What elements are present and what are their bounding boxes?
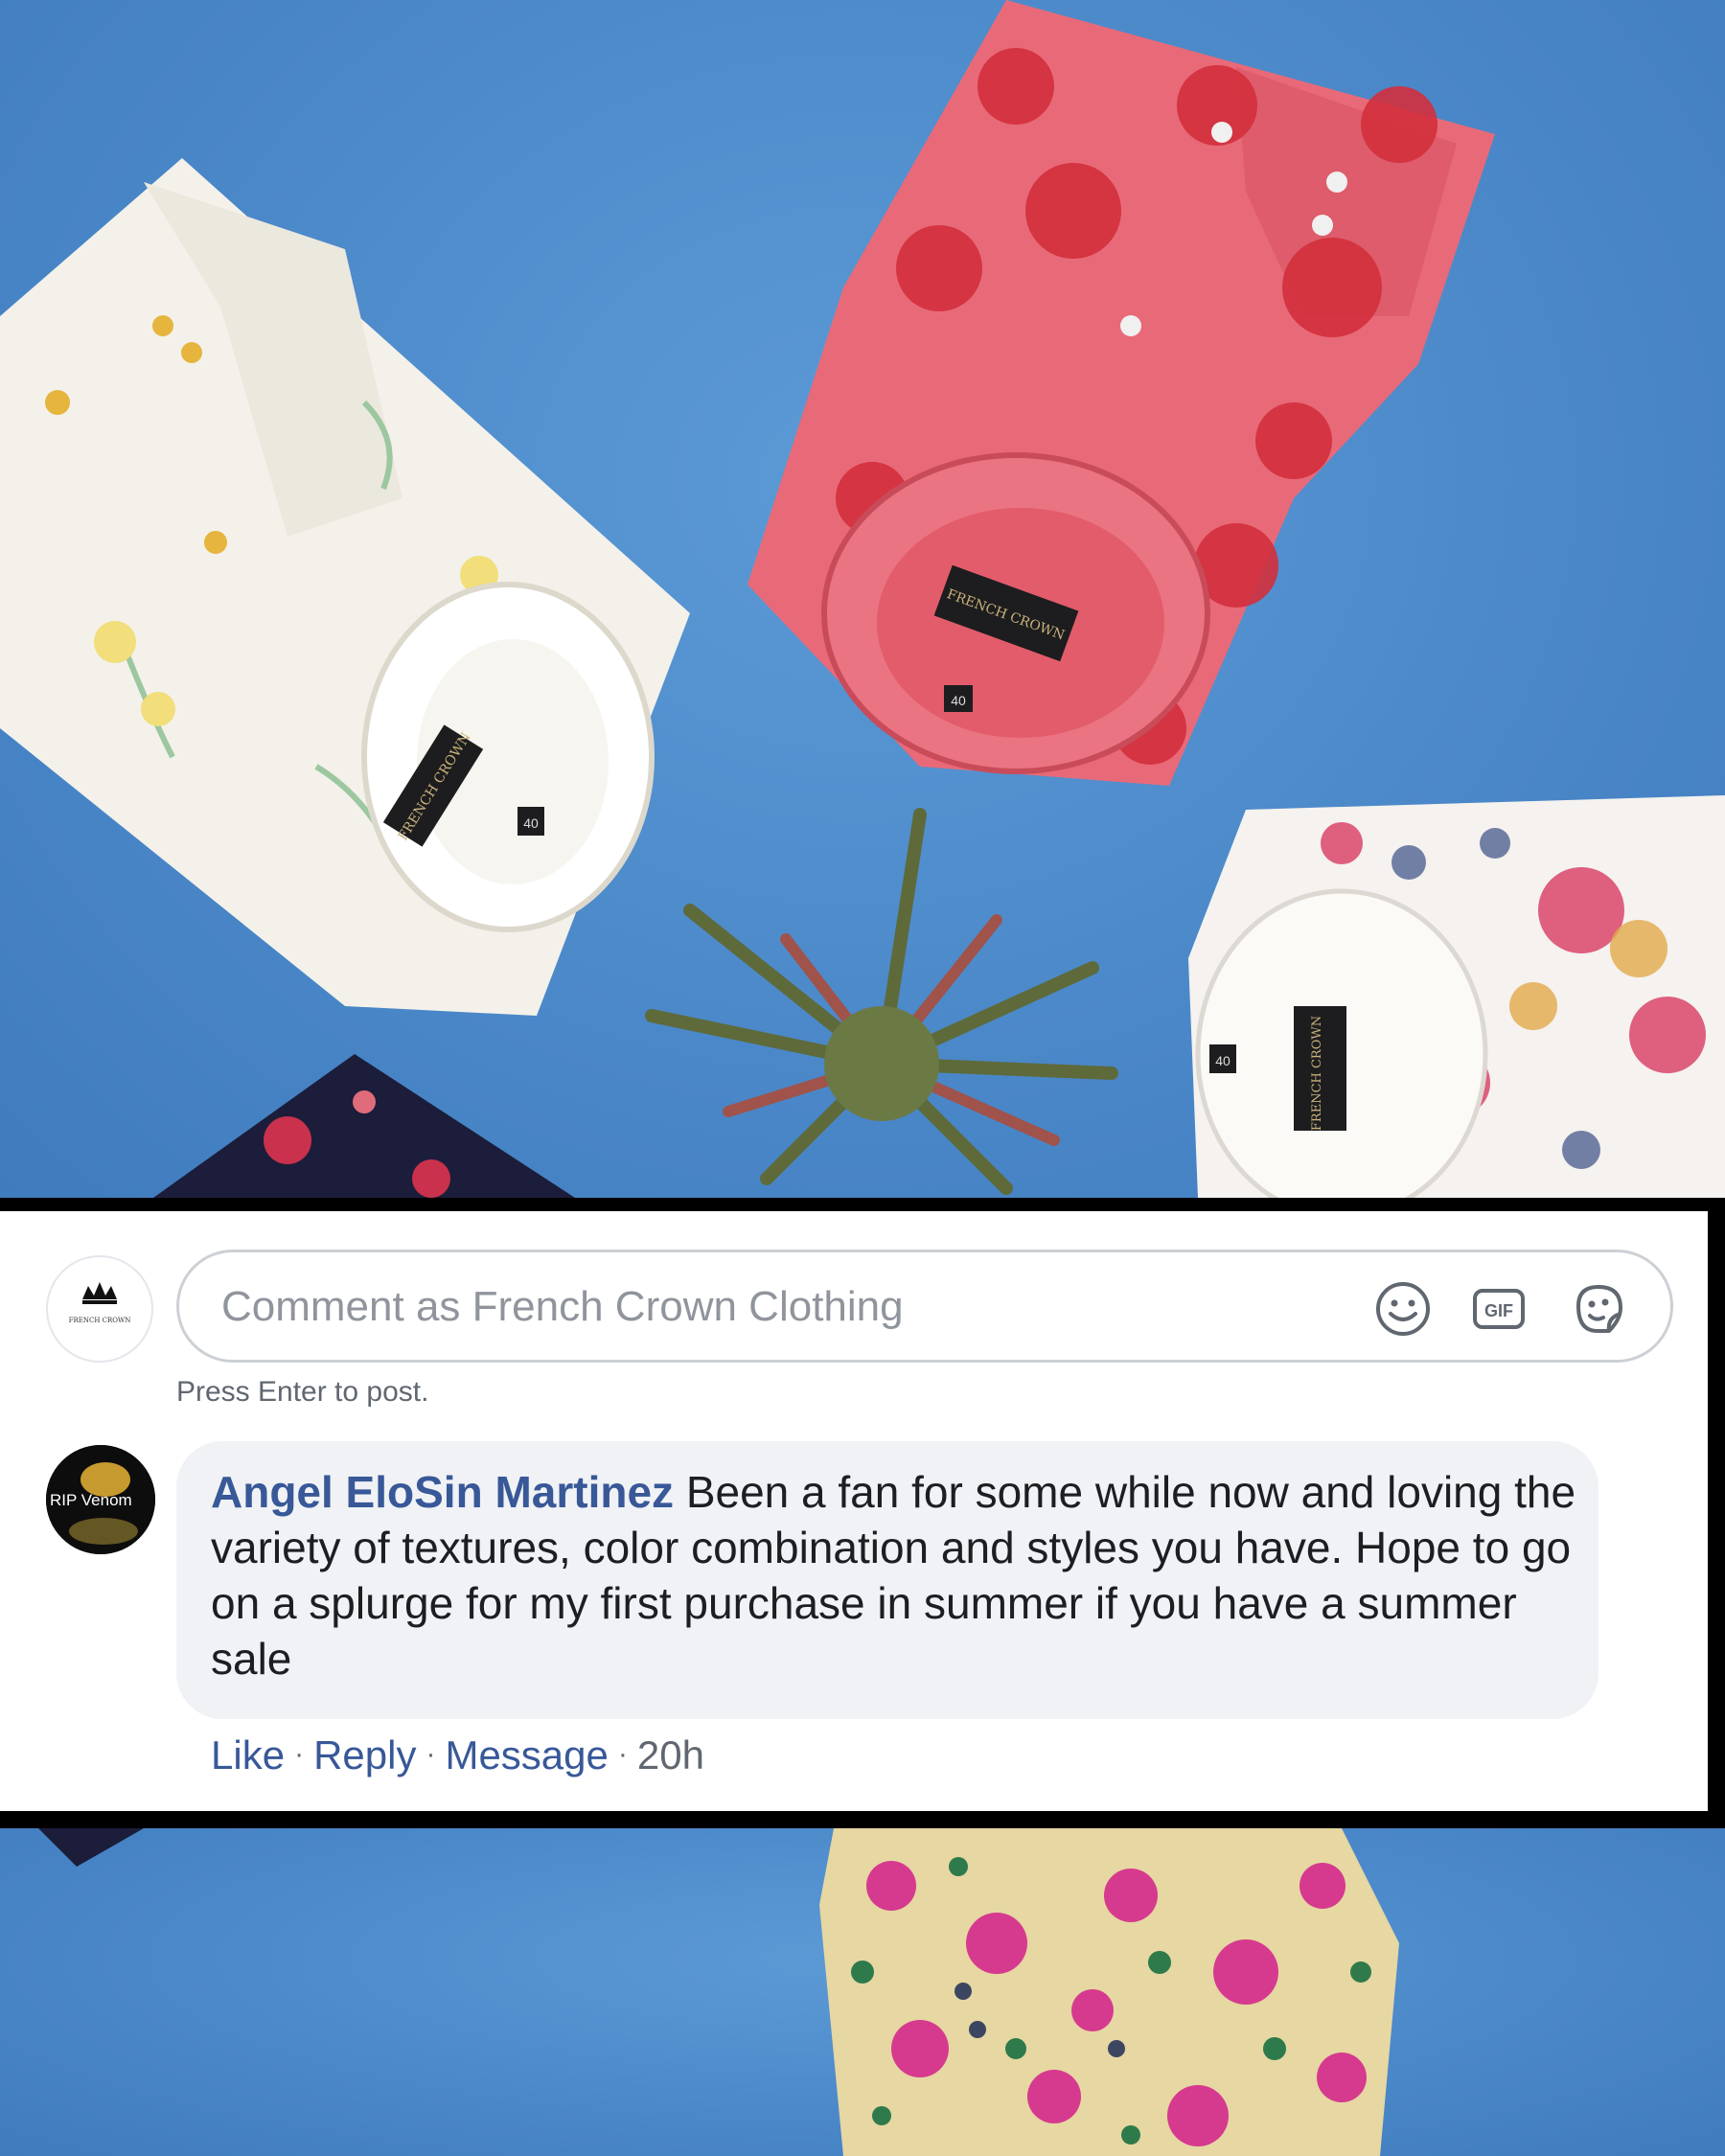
white-paisley-shirt: FRENCH CROWN 40 xyxy=(1188,795,1725,1198)
avatar-caption: RIP Venom xyxy=(50,1491,132,1509)
comment-bubble: Angel EloSin Martinez Been a fan for som… xyxy=(176,1441,1598,1719)
red-shrimp-shirt: FRENCH CROWN 40 xyxy=(748,0,1495,786)
comment-panel: FRENCH CROWN GIF Press En xyxy=(0,1198,1725,1828)
sticker-icon[interactable] xyxy=(1569,1279,1628,1339)
commenter-avatar[interactable]: RIP Venom xyxy=(46,1445,155,1554)
like-link[interactable]: Like xyxy=(211,1732,285,1778)
message-link[interactable]: Message xyxy=(445,1732,608,1778)
page-avatar[interactable]: FRENCH CROWN xyxy=(46,1255,153,1363)
comment-actions: Like · Reply · Message · 20h xyxy=(211,1732,704,1778)
white-floral-shirt: FRENCH CROWN 40 xyxy=(0,158,690,1016)
comment-composer[interactable]: GIF xyxy=(176,1250,1673,1363)
gif-icon[interactable]: GIF xyxy=(1469,1279,1529,1339)
comment-input[interactable] xyxy=(219,1273,1325,1341)
shirts-photo-illustration: FRENCH CROWN 40 FRENCH CROWN 40 FRENCH C… xyxy=(0,0,1725,1198)
separator-dot: · xyxy=(294,1738,305,1770)
product-photo-top: FRENCH CROWN 40 FRENCH CROWN 40 FRENCH C… xyxy=(0,0,1725,1198)
page-logo-text: FRENCH CROWN xyxy=(69,1317,131,1324)
shirt-size-text: 40 xyxy=(951,693,966,708)
reply-link[interactable]: Reply xyxy=(313,1732,416,1778)
potted-plant xyxy=(645,808,1118,1195)
gif-icon-label: GIF xyxy=(1484,1301,1513,1320)
comment-card: FRENCH CROWN GIF Press En xyxy=(0,1211,1708,1811)
bottom-shirt-illustration xyxy=(38,1828,1399,2156)
press-enter-hint: Press Enter to post. xyxy=(176,1376,429,1408)
emoji-icon[interactable] xyxy=(1373,1279,1433,1339)
crown-logo-icon: FRENCH CROWN xyxy=(69,1282,131,1324)
navy-shirt-corner xyxy=(38,1828,144,1867)
pink-floral-shirt xyxy=(819,1828,1399,2156)
separator-dot: · xyxy=(426,1738,436,1770)
comment-body: Angel EloSin Martinez Been a fan for som… xyxy=(211,1464,1581,1686)
shirt-size-text: 40 xyxy=(1215,1053,1230,1068)
navy-floral-shirt xyxy=(153,1054,575,1198)
comment-author-link[interactable]: Angel EloSin Martinez xyxy=(211,1467,674,1517)
product-photo-bottom xyxy=(0,1828,1725,2156)
separator-dot: · xyxy=(617,1738,628,1770)
shirt-label-text: FRENCH CROWN xyxy=(1310,1016,1324,1131)
shirt-size-text: 40 xyxy=(523,815,539,831)
comment-timestamp[interactable]: 20h xyxy=(637,1732,704,1778)
